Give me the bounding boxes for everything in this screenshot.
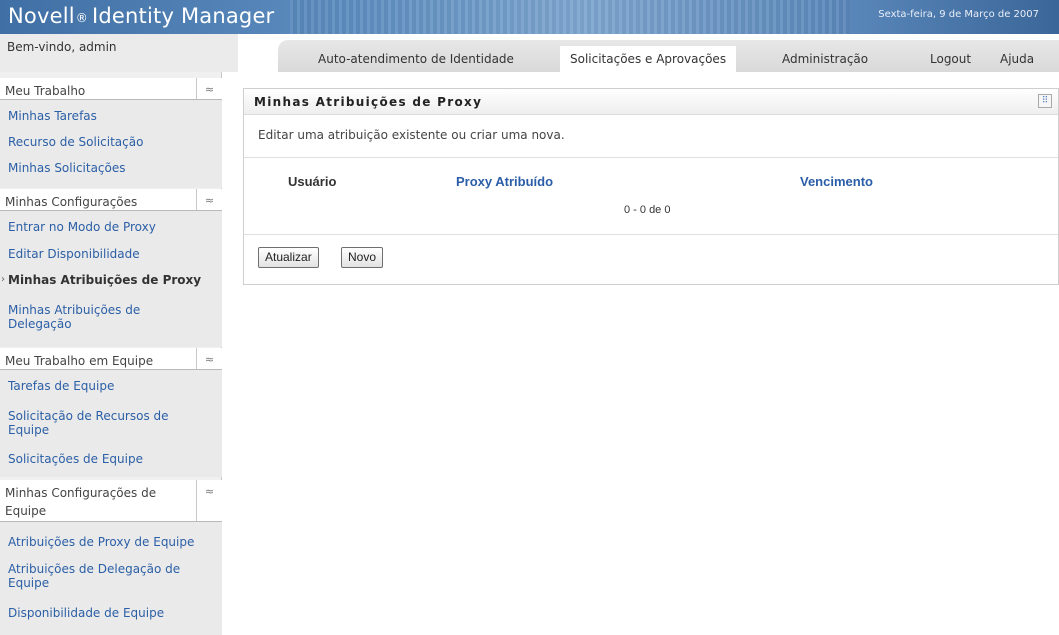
collapse-icon[interactable]: ≈ [196,480,222,521]
sidebar-item-team-resource-request[interactable]: Solicitação de Recursos de Equipe [8,409,198,437]
pagination-count: 0 - 0 de 0 [624,204,671,216]
nav-tabs: Auto-atendimento de Identidade Solicitaç… [278,40,1059,72]
current-bullet-icon: › [1,274,5,285]
banner-texture [290,0,850,34]
sidebar-item-my-delegate-assignments[interactable]: Minhas Atribuições de Delegação [8,303,178,331]
sidebar-item-edit-availability[interactable]: Editar Disponibilidade [8,247,214,261]
sidebar-item-my-tasks[interactable]: Minhas Tarefas [8,109,214,123]
section-my-settings[interactable]: Minhas Configurações ≈ [0,189,222,211]
section-items: Minhas Tarefas Recurso de Solicitação Mi… [0,100,222,188]
section-items: Atribuições de Proxy de Equipe Atribuiçõ… [0,522,222,635]
section-team-work[interactable]: Meu Trabalho em Equipe ≈ [0,348,222,370]
page-title: Minhas Atribuições de Proxy [254,95,483,109]
sidebar: Meu Trabalho ≈ Minhas Tarefas Recurso de… [0,72,222,635]
app-banner: Novell® Identity Manager Sexta-feira, 9 d… [0,0,1059,34]
top-nav: Bem-vindo, admin Auto-atendimento de Ide… [0,34,1059,72]
refresh-button[interactable]: Atualizar [258,247,319,268]
section-items: Tarefas de Equipe Solicitação de Recurso… [0,370,222,477]
divider [244,234,1058,235]
app-title: Novell® Identity Manager [8,4,274,28]
collapse-icon[interactable]: ≈ [196,189,222,210]
sidebar-item-team-tasks[interactable]: Tarefas de Equipe [8,379,214,393]
sidebar-item-team-availability[interactable]: Disponibilidade de Equipe [8,606,214,620]
column-header-expiration[interactable]: Vencimento [800,174,873,189]
tab-administration[interactable]: Administração [772,46,878,72]
section-title: Minhas Configurações de Equipe [5,486,157,518]
column-header-proxy-assigned[interactable]: Proxy Atribuído [456,174,553,189]
section-team-settings[interactable]: Minhas Configurações de Equipe ≈ [0,480,222,522]
section-my-work[interactable]: Meu Trabalho ≈ [0,78,222,100]
grid-help-icon[interactable]: ⠿ [1038,94,1052,108]
sidebar-item-team-proxy-assignments[interactable]: Atribuições de Proxy de Equipe [8,535,214,549]
sidebar-item-request-resource[interactable]: Recurso de Solicitação [8,135,214,149]
sidebar-item-team-requests[interactable]: Solicitações de Equipe [8,452,214,466]
section-title: Meu Trabalho em Equipe [5,354,154,368]
divider [244,157,1058,158]
sidebar-item-team-delegate-assignments[interactable]: Atribuições de Delegação de Equipe [8,562,204,590]
collapse-icon[interactable]: ≈ [196,78,222,99]
sidebar-item-enter-proxy-mode[interactable]: Entrar no Modo de Proxy [8,220,214,234]
app-product: Identity Manager [91,4,275,28]
tab-identity-self-service[interactable]: Auto-atendimento de Identidade [308,46,524,72]
tab-requests-approvals[interactable]: Solicitações e Aprovações [560,46,737,72]
sidebar-item-my-proxy-assignments[interactable]: › Minhas Atribuições de Proxy [1,273,214,287]
tab-logout[interactable]: Logout [920,46,981,72]
proxy-assignments-panel: Minhas Atribuições de Proxy ⠿ Editar uma… [243,88,1059,285]
section-title: Minhas Configurações [5,195,138,209]
registered-mark: ® [75,11,88,25]
section-items: Entrar no Modo de Proxy Editar Disponibi… [0,211,222,347]
section-title: Meu Trabalho [5,84,86,98]
welcome-text: Bem-vindo, admin [0,34,238,72]
header-date: Sexta-feira, 9 de Março de 2007 [878,9,1039,20]
panel-description: Editar uma atribuição existente ou criar… [258,128,565,142]
sidebar-item-my-requests[interactable]: Minhas Solicitações [8,161,214,175]
panel-header: Minhas Atribuições de Proxy ⠿ [244,89,1058,115]
collapse-icon[interactable]: ≈ [196,348,222,369]
tab-help[interactable]: Ajuda [990,46,1044,72]
column-header-user: Usuário [288,174,337,189]
new-button[interactable]: Novo [341,247,384,268]
app-name: Novell [8,4,75,28]
sidebar-item-label: Minhas Atribuições de Proxy [8,273,202,287]
